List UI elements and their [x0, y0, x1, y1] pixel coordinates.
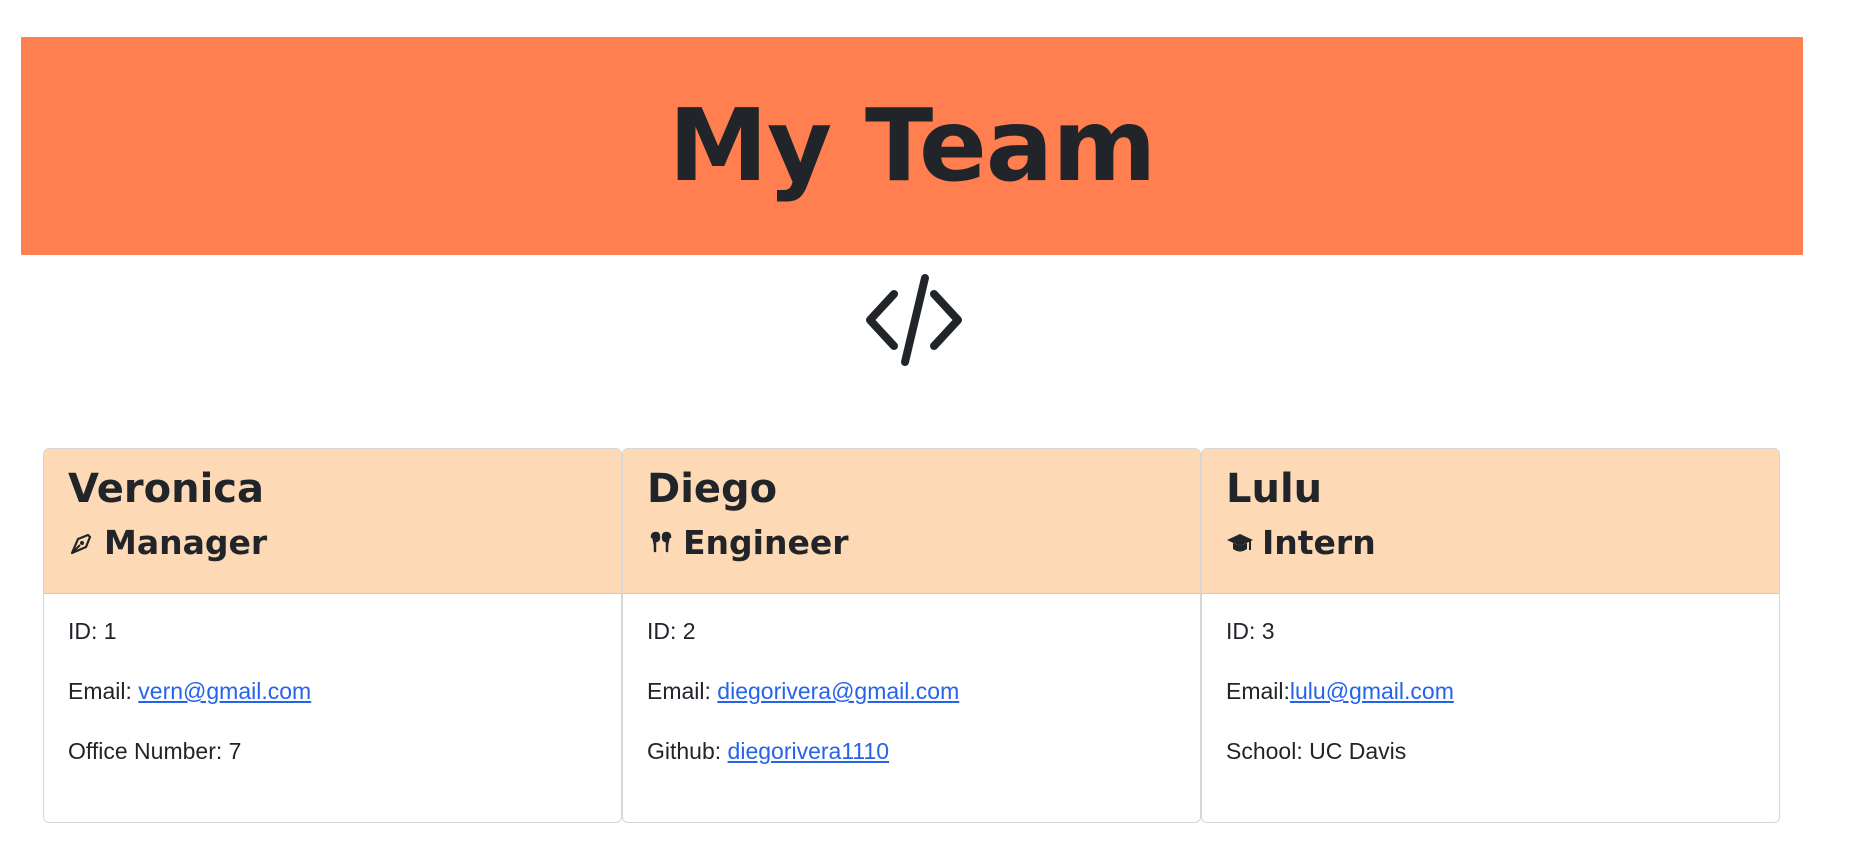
employee-card-manager: Veronica Manager ID: 1 Email: vern@gmail…: [43, 448, 622, 823]
role-label: Intern: [1262, 523, 1376, 562]
github-link[interactable]: diegorivera1110: [728, 738, 890, 764]
email-link[interactable]: lulu@gmail.com: [1290, 678, 1454, 704]
employee-role: Engineer: [647, 521, 1176, 565]
card-header: Lulu Intern: [1202, 449, 1779, 594]
school: School: UC Davis: [1226, 738, 1407, 764]
employee-id: ID: 3: [1226, 618, 1275, 644]
employee-email-row: Email: vern@gmail.com: [68, 676, 597, 706]
employee-name: Diego: [647, 466, 778, 512]
employee-email-row: Email:lulu@gmail.com: [1226, 676, 1755, 706]
card-body: ID: 1 Email: vern@gmail.com Office Numbe…: [44, 594, 621, 766]
pen-nib-icon: [70, 533, 92, 555]
email-link[interactable]: diegorivera@gmail.com: [717, 678, 959, 704]
employee-id: ID: 1: [68, 618, 117, 644]
github-label: Github:: [647, 738, 728, 764]
team-banner: My Team: [21, 37, 1803, 255]
card-header: Diego Engineer: [623, 449, 1200, 594]
card-header: Veronica Manager: [44, 449, 621, 594]
employee-id: ID: 2: [647, 618, 696, 644]
page-title: My Team: [668, 87, 1157, 204]
email-label: Email:: [1226, 678, 1290, 704]
team-cards: Veronica Manager ID: 1 Email: vern@gmail…: [43, 448, 1780, 825]
role-label: Engineer: [683, 523, 849, 562]
employee-name: Veronica: [68, 466, 264, 512]
code-icon: [866, 274, 962, 366]
card-body: ID: 2 Email: diegorivera@gmail.com Githu…: [623, 594, 1200, 766]
employee-name: Lulu: [1226, 466, 1323, 512]
email-label: Email:: [647, 678, 718, 704]
graduation-cap-icon: [1227, 534, 1253, 552]
employee-role: Manager: [68, 521, 597, 565]
employee-role: Intern: [1226, 521, 1755, 565]
email-label: Email:: [68, 678, 139, 704]
github-row: Github: diegorivera1110: [647, 736, 1176, 766]
earbuds-icon: [650, 531, 672, 553]
employee-card-intern: Lulu Intern ID: 3 Email:lulu@gmail.com S…: [1201, 448, 1780, 823]
card-body: ID: 3 Email:lulu@gmail.com School: UC Da…: [1202, 594, 1779, 766]
employee-card-engineer: Diego Engineer ID: 2 Email: diegorivera@…: [622, 448, 1201, 823]
email-link[interactable]: vern@gmail.com: [138, 678, 311, 704]
role-label: Manager: [104, 523, 268, 562]
office-number: Office Number: 7: [68, 738, 242, 764]
employee-email-row: Email: diegorivera@gmail.com: [647, 676, 1176, 706]
